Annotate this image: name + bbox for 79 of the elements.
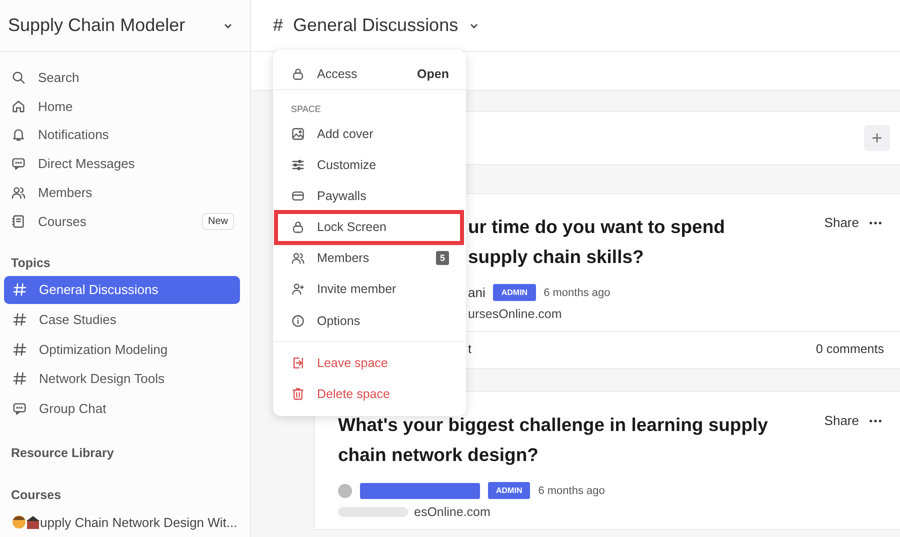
nav-label: Direct Messages: [38, 156, 136, 172]
lock-icon: [291, 66, 305, 80]
sliders-icon: [291, 158, 305, 172]
post-time: 6 months ago: [538, 484, 605, 496]
space-title[interactable]: General Discussions: [293, 15, 458, 36]
menu-item[interactable]: Delete space: [273, 378, 466, 410]
emoji-icon: [10, 514, 42, 530]
community-title: Supply Chain Modeler: [8, 15, 186, 36]
topic-item[interactable]: Network Design Tools: [4, 364, 240, 393]
author-subtitle: esOnline.com: [414, 505, 490, 519]
exit-icon: [291, 356, 305, 370]
chat-icon: [12, 401, 27, 416]
hash-icon: [12, 282, 27, 298]
chat-icon: [11, 156, 26, 172]
menu-item[interactable]: Add cover: [273, 118, 466, 150]
menu-item[interactable]: Access Open: [273, 58, 466, 90]
nav-label: Search: [38, 70, 80, 85]
plus-icon: [871, 132, 883, 144]
book-icon: [11, 214, 26, 229]
nav-item[interactable]: Members: [0, 178, 250, 207]
nav-item[interactable]: Notifications: [0, 120, 250, 150]
add-button[interactable]: [864, 125, 890, 151]
nav-item[interactable]: Courses New: [0, 206, 250, 236]
menu-item[interactable]: Customize: [273, 149, 466, 180]
post-time: 6 months ago: [544, 286, 610, 298]
topic-item[interactable]: General Discussions: [4, 276, 240, 304]
people-icon: [11, 185, 26, 200]
nav-item[interactable]: Search: [0, 63, 250, 92]
section-heading: Courses: [10, 487, 62, 504]
menu-item[interactable]: Leave space: [273, 347, 466, 378]
people-icon: [291, 251, 305, 266]
count-badge: 5: [436, 251, 449, 266]
course-item[interactable]: upply Chain Network Design Wit...: [0, 508, 250, 536]
menu-item[interactable]: Options: [273, 304, 466, 336]
comments-count[interactable]: 0 comments: [816, 342, 884, 356]
topic-item[interactable]: Optimization Modeling: [4, 335, 240, 364]
post-title[interactable]: What's your biggest challenge in learning supply chain network design?: [338, 410, 824, 470]
search-icon: [11, 70, 26, 85]
share-link[interactable]: Share: [824, 413, 859, 428]
more-icon[interactable]: [869, 221, 882, 225]
card-icon: [291, 188, 305, 203]
menu-item[interactable]: Paywalls: [273, 180, 466, 212]
hash-icon: [12, 312, 27, 327]
post-title[interactable]: ur time do you want to spend supply chain skills?: [468, 212, 824, 272]
hash-icon: [12, 371, 27, 386]
access-value: Open: [417, 66, 449, 80]
nav-label: Members: [38, 185, 94, 200]
new-badge: New: [202, 212, 234, 230]
section-heading[interactable]: Resource Library: [0, 424, 250, 466]
trash-icon: [291, 386, 305, 401]
post-footer-text: t: [468, 342, 472, 356]
menu-item[interactable]: Members 5: [273, 242, 466, 274]
author-subtitle: ursesOnline.com: [468, 307, 562, 321]
nav-label: Home: [38, 98, 74, 114]
menu-item[interactable]: Invite member: [273, 274, 466, 305]
image-icon: [291, 126, 305, 141]
topic-item[interactable]: Case Studies: [4, 305, 240, 334]
avatar: [338, 484, 352, 498]
person-add-icon: [291, 282, 305, 296]
blurred-text: [338, 507, 408, 517]
admin-badge: ADMIN: [493, 284, 536, 301]
topic-item[interactable]: Group Chat: [4, 394, 240, 423]
hash-symbol: #: [273, 15, 284, 36]
home-icon: [11, 98, 26, 114]
menu-item[interactable]: Lock Screen: [278, 214, 460, 241]
info-icon: [291, 314, 305, 328]
section-heading: Topics: [10, 254, 52, 272]
nav-item[interactable]: Direct Messages: [0, 149, 250, 178]
admin-badge: ADMIN: [488, 482, 530, 499]
nav-label: Notifications: [38, 127, 110, 142]
more-icon[interactable]: [869, 419, 882, 423]
hash-icon: [12, 342, 27, 357]
bell-icon: [11, 127, 26, 142]
lock-icon: [291, 220, 305, 234]
menu-section-label: SPACE: [290, 103, 322, 116]
share-link[interactable]: Share: [824, 215, 859, 230]
author-name[interactable]: ani: [468, 285, 486, 300]
nav-label: Courses: [38, 214, 88, 229]
nav-item[interactable]: Home: [0, 92, 250, 121]
